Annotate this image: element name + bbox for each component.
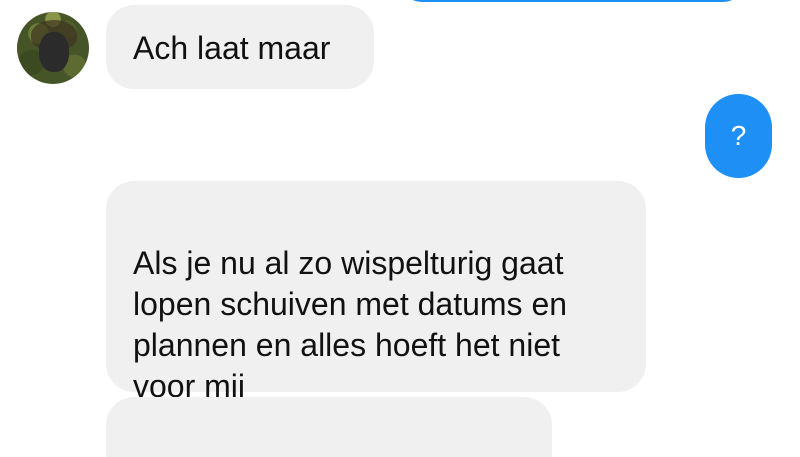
message-thread: Ach laat maar ? Als je nu al zo wispeltu… (0, 0, 800, 457)
contact-avatar[interactable] (17, 12, 89, 84)
incoming-message-bubble-partial[interactable] (106, 397, 552, 457)
outgoing-message-bubble-partial[interactable] (400, 0, 745, 2)
incoming-message-bubble[interactable]: Als je nu al zo wispelturig gaat lopen s… (106, 181, 646, 404)
outgoing-message-bubble[interactable]: ? (705, 94, 772, 178)
incoming-message-bubble[interactable]: Ach laat maar (106, 5, 374, 89)
message-text: Als je nu al zo wispelturig gaat lopen s… (133, 245, 568, 404)
avatar-face (39, 32, 69, 72)
message-text: ? (730, 120, 747, 151)
message-text: Ach laat maar (133, 30, 331, 66)
